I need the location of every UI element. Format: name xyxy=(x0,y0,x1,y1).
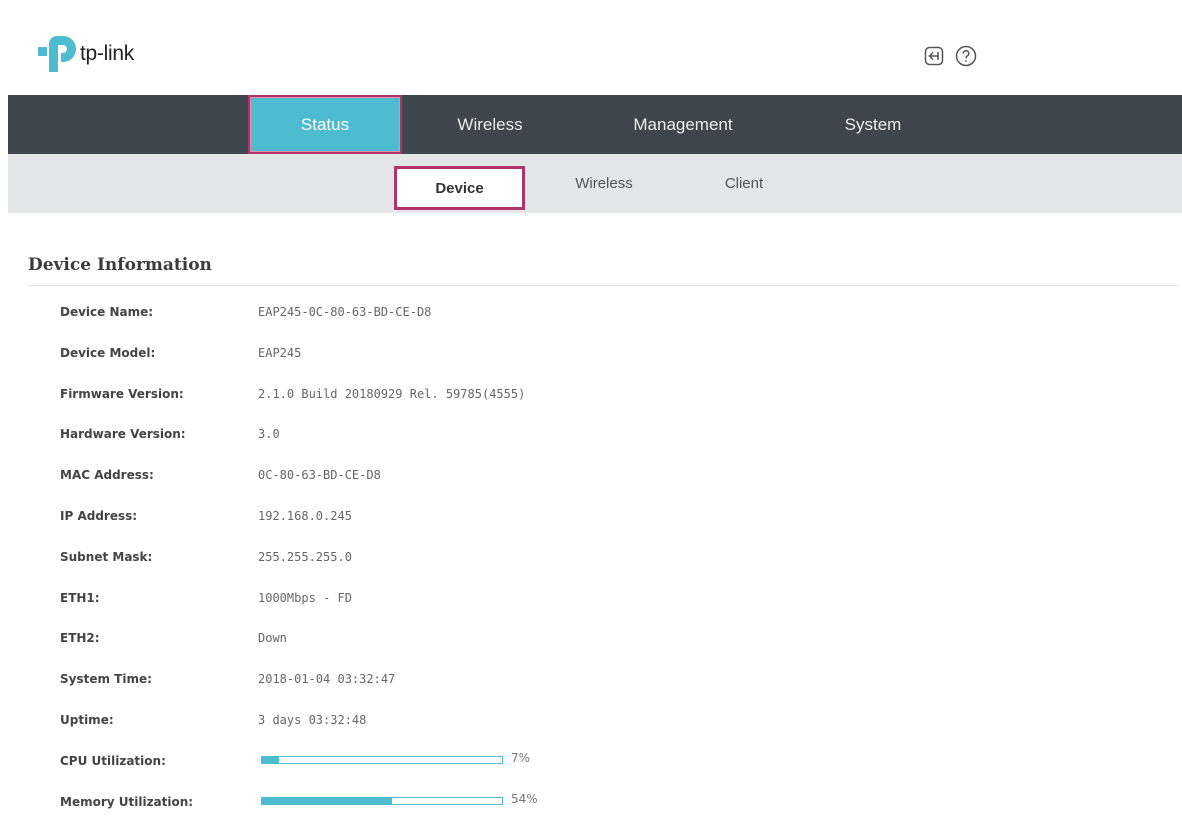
info-value: 2018-01-04 03:32:47 xyxy=(258,672,396,687)
page-frame: tp-link Status Wireless Management Syste… xyxy=(8,8,1182,837)
info-label: Subnet Mask: xyxy=(60,549,153,564)
info-value: Down xyxy=(258,631,287,646)
tab-management[interactable]: Management xyxy=(608,95,758,154)
section-divider xyxy=(28,285,1178,286)
info-label: System Time: xyxy=(60,672,152,687)
info-value: 2.1.0 Build 20180929 Rel. 59785(4555) xyxy=(258,386,526,401)
header: tp-link xyxy=(8,8,1182,95)
info-label: ETH1: xyxy=(60,590,100,605)
utilization-bar-fill xyxy=(262,756,279,763)
info-label: Uptime: xyxy=(60,713,114,727)
help-icon[interactable] xyxy=(954,44,978,68)
info-value: 1000Mbps - FD xyxy=(258,590,352,605)
info-label: MAC Address: xyxy=(60,468,154,483)
tp-link-logo-icon xyxy=(38,36,76,72)
info-label: Memory Utilization: xyxy=(60,794,194,809)
utilization-percent: 54% xyxy=(511,791,538,806)
info-value: 3 days 03:32:48 xyxy=(258,713,367,727)
main-nav: Status Wireless Management System xyxy=(8,95,1182,154)
info-label: Device Name: xyxy=(60,305,154,319)
info-value: EAP245 xyxy=(258,345,302,360)
info-label: Firmware Version: xyxy=(60,386,184,401)
tab-status[interactable]: Status xyxy=(248,95,402,154)
logout-icon[interactable] xyxy=(922,44,946,68)
info-label: CPU Utilization: xyxy=(60,753,166,768)
info-label: IP Address: xyxy=(60,509,138,523)
info-label: Device Model: xyxy=(60,345,156,360)
info-value: 192.168.0.245 xyxy=(258,509,352,523)
utilization-bar xyxy=(261,755,503,764)
subtab-device[interactable]: Device xyxy=(394,166,525,210)
info-label: ETH2: xyxy=(60,631,100,646)
section-title: Device Information xyxy=(28,255,212,275)
info-value: EAP245-0C-80-63-BD-CE-D8 xyxy=(258,305,432,319)
utilization-bar-fill xyxy=(262,797,392,804)
info-value: 3.0 xyxy=(258,427,280,442)
tp-link-logo[interactable]: tp-link xyxy=(36,34,134,74)
subtab-wireless[interactable]: Wireless xyxy=(556,154,652,213)
info-label: Hardware Version: xyxy=(60,427,186,442)
utilization-percent: 7% xyxy=(511,750,531,765)
logo-text: tp-link xyxy=(80,42,134,65)
tab-wireless[interactable]: Wireless xyxy=(432,95,548,154)
subtab-client[interactable]: Client xyxy=(698,154,790,213)
info-value: 255.255.255.0 xyxy=(258,549,352,564)
utilization-bar xyxy=(261,796,503,805)
sub-nav: Device Wireless Client xyxy=(8,154,1182,213)
tab-system[interactable]: System xyxy=(818,95,928,154)
info-value: 0C-80-63-BD-CE-D8 xyxy=(258,468,381,483)
